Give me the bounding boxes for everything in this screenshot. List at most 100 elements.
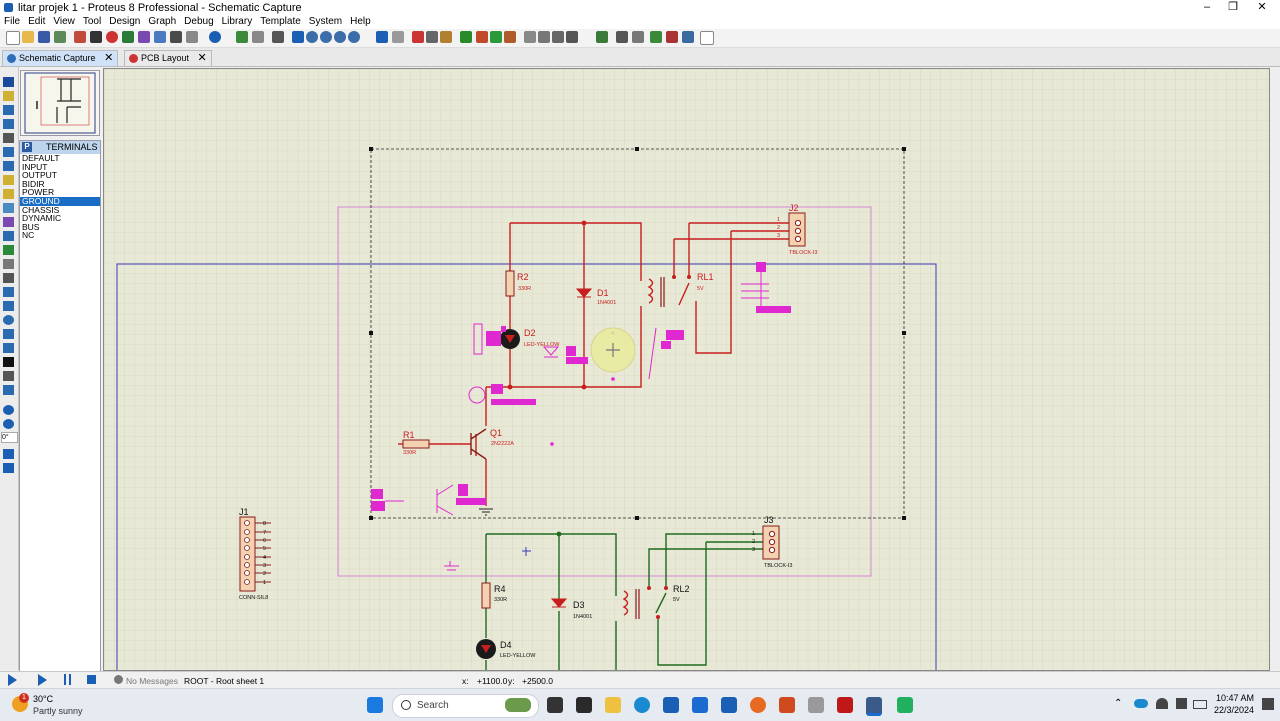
notifications-icon[interactable] xyxy=(1262,698,1274,710)
weather-temperature[interactable]: 30°C xyxy=(33,694,53,704)
tab-pcb-layout[interactable]: PCB Layout ✕ xyxy=(124,50,212,66)
buses-icon[interactable] xyxy=(3,147,14,157)
arc-tool-icon[interactable] xyxy=(3,329,14,339)
outlook-icon[interactable] xyxy=(721,697,737,713)
firefox-icon[interactable] xyxy=(750,697,766,713)
pick-device-icon[interactable] xyxy=(524,31,536,43)
circle-tool-icon[interactable] xyxy=(3,315,14,325)
import-icon[interactable] xyxy=(54,31,66,43)
code-icon[interactable] xyxy=(170,31,182,43)
line-tool-icon[interactable] xyxy=(3,287,14,297)
copy-icon[interactable] xyxy=(426,31,438,43)
block-move-icon[interactable] xyxy=(476,31,488,43)
junction-dot-icon[interactable] xyxy=(3,105,14,115)
virtual-instruments-icon[interactable] xyxy=(3,273,14,283)
notes-icon[interactable] xyxy=(186,31,198,43)
graph-mode-icon[interactable] xyxy=(3,203,14,213)
rotate-ccw-icon[interactable] xyxy=(3,419,14,429)
selection-mode-icon[interactable] xyxy=(3,77,14,87)
pause-icon[interactable] xyxy=(64,674,71,685)
menu-edit[interactable]: Edit xyxy=(24,15,49,29)
redo-icon[interactable] xyxy=(392,31,404,43)
mail-icon[interactable] xyxy=(692,697,708,713)
pick-button[interactable]: P xyxy=(22,142,32,152)
block-copy-icon[interactable] xyxy=(460,31,472,43)
rotate-cw-icon[interactable] xyxy=(3,405,14,415)
task-view-icon[interactable] xyxy=(547,697,563,713)
symbol-tool-icon[interactable] xyxy=(3,371,14,381)
report-icon[interactable] xyxy=(154,31,166,43)
battery-icon[interactable] xyxy=(1193,700,1207,709)
tape-recorder-icon[interactable] xyxy=(3,217,14,227)
menu-file[interactable]: File xyxy=(0,15,24,29)
close-button[interactable]: ✕ xyxy=(1248,0,1276,15)
current-probe-icon[interactable] xyxy=(3,259,14,269)
new-sheet-icon[interactable] xyxy=(650,31,662,43)
widgets-icon[interactable] xyxy=(576,697,592,713)
weather-description[interactable]: Partly sunny xyxy=(33,706,83,716)
pan-icon[interactable] xyxy=(292,31,304,43)
stop-icon[interactable] xyxy=(87,675,96,684)
tab-close-icon[interactable]: ✕ xyxy=(198,51,207,66)
menu-design[interactable]: Design xyxy=(105,15,144,29)
box-tool-icon[interactable] xyxy=(3,301,14,311)
paste-icon[interactable] xyxy=(440,31,452,43)
property-tool-icon[interactable] xyxy=(632,31,644,43)
schematic-canvas[interactable]: R2 D1 D2 RL1 Q1 R1 J2 330R 1N4001 LED-YE… xyxy=(103,68,1270,671)
origin-icon[interactable] xyxy=(272,31,284,43)
schematic-icon[interactable] xyxy=(90,31,102,43)
exit-to-parent-icon[interactable] xyxy=(682,31,694,43)
component-mode-icon[interactable] xyxy=(3,91,14,101)
bom-icon[interactable] xyxy=(138,31,150,43)
acrobat-icon[interactable] xyxy=(837,697,853,713)
device-pins-icon[interactable] xyxy=(3,189,14,199)
pcb-icon[interactable] xyxy=(106,31,118,43)
search-tag-icon[interactable] xyxy=(616,31,628,43)
new-file-icon[interactable] xyxy=(6,31,20,45)
search-box[interactable]: Search xyxy=(392,694,539,718)
zoom-area-icon[interactable] xyxy=(348,31,360,43)
powerpoint-icon[interactable] xyxy=(779,697,795,713)
menu-help[interactable]: Help xyxy=(346,15,375,29)
menu-tool[interactable]: Tool xyxy=(79,15,105,29)
block-delete-icon[interactable] xyxy=(504,31,516,43)
maximize-button[interactable]: ❐ xyxy=(1219,0,1247,15)
proteus-taskbar-icon[interactable] xyxy=(866,697,882,716)
terminals-mode-icon[interactable] xyxy=(3,175,14,185)
file-explorer-icon[interactable] xyxy=(605,697,621,713)
onedrive-icon[interactable] xyxy=(1134,699,1148,708)
menu-system[interactable]: System xyxy=(305,15,346,29)
open-folder-icon[interactable] xyxy=(22,31,34,43)
cut-icon[interactable] xyxy=(412,31,424,43)
remove-sheet-icon[interactable] xyxy=(666,31,678,43)
zoom-out-icon[interactable] xyxy=(320,31,332,43)
terminal-item-nc[interactable]: NC xyxy=(20,231,100,240)
store-icon[interactable] xyxy=(663,697,679,713)
save-icon[interactable] xyxy=(38,31,50,43)
subcircuit-icon[interactable] xyxy=(3,161,14,171)
tab-schematic-capture[interactable]: Schematic Capture ✕ xyxy=(2,50,119,66)
overview-window[interactable] xyxy=(20,70,100,136)
tab-close-icon[interactable]: ✕ xyxy=(104,51,113,66)
menu-template[interactable]: Template xyxy=(256,15,305,29)
block-rotate-icon[interactable] xyxy=(490,31,502,43)
menu-debug[interactable]: Debug xyxy=(180,15,217,29)
volume-icon[interactable] xyxy=(1176,698,1187,709)
text-script-icon[interactable] xyxy=(3,133,14,143)
grid-icon[interactable] xyxy=(252,31,264,43)
vertical-scrollbar[interactable] xyxy=(1270,67,1280,670)
menu-library[interactable]: Library xyxy=(218,15,257,29)
zoom-in-icon[interactable] xyxy=(306,31,318,43)
rotation-readout[interactable]: 0° xyxy=(1,432,18,443)
clock-date[interactable]: 22/3/2024 xyxy=(1210,705,1254,715)
undo-icon[interactable] xyxy=(376,31,388,43)
mirror-x-icon[interactable] xyxy=(3,449,14,459)
recorder-icon[interactable] xyxy=(897,697,913,713)
play-icon[interactable] xyxy=(8,674,17,686)
marker-tool-icon[interactable] xyxy=(3,385,14,395)
text-tool-icon[interactable] xyxy=(3,357,14,367)
app-icon[interactable] xyxy=(808,697,824,713)
home-icon[interactable] xyxy=(74,31,86,43)
make-device-icon[interactable] xyxy=(538,31,550,43)
refresh-icon[interactable] xyxy=(236,31,248,43)
